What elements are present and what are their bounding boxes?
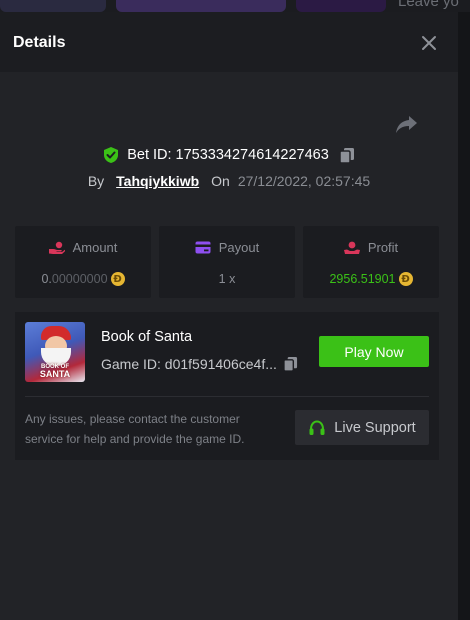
amount-label-row: Amount [15,240,151,255]
shield-check-icon [104,147,119,163]
background-thumbnail [296,0,386,12]
divider [25,396,429,397]
on-label: On [211,173,230,189]
background-thumbnail [0,0,106,12]
background-leave-text: Leave yo [398,0,459,10]
game-id-row: Game ID: d01f591406ce4f... [101,356,298,372]
share-icon[interactable] [395,113,419,135]
headset-icon [309,419,325,435]
amount-value-row: 0.00000000 Đ [15,272,151,286]
amount-label: Amount [72,240,118,255]
by-label: By [87,173,105,189]
dogecoin-icon: Đ [110,272,125,286]
payout-label: Payout [218,240,260,255]
modal-title: Details [13,34,66,51]
modal-header: Details [0,12,458,72]
bet-meta-row: By Tahqiykkiwb On 27/12/2022, 02:57:45 [0,170,458,192]
username-link[interactable]: Tahqiykkiwb [116,173,199,189]
background-thumbnail [116,0,286,12]
payout-value-row: 1 x [159,272,295,286]
amount-value-int: 0. [41,272,52,286]
amount-value-decimals: 00000000 [51,272,108,286]
profit-label-row: Profit [303,240,439,255]
close-icon[interactable] [418,32,440,54]
game-name[interactable]: Book of Santa [101,329,192,345]
game-thumbnail-logo: BOOK OF SANTA [25,364,85,379]
profit-value-row: 2956.51901 Đ [303,272,439,286]
hand-coin-icon [343,241,360,254]
game-id: Game ID: d01f591406ce4f... [101,356,277,372]
profit-label: Profit [367,240,399,255]
bet-id-row: Bet ID: 1753334274614227463 [0,144,458,166]
live-support-label: Live Support [334,419,416,436]
card-icon [195,241,211,254]
payout-value: 1 x [218,272,236,286]
support-note: Any issues, please contact the customer … [25,412,245,446]
payout-label-row: Payout [159,240,295,255]
copy-icon[interactable] [339,147,355,164]
game-card: BOOK OF SANTA Book of Santa Game ID: d01… [15,312,439,460]
profit-value: 2956.51901 [329,272,396,286]
profit-card: Profit 2956.51901 Đ [303,226,439,298]
bet-datetime: 27/12/2022, 02:57:45 [237,173,371,189]
bet-details-modal: Details Bet ID: 1753334274614227463 By T… [0,12,458,620]
game-thumbnail[interactable]: BOOK OF SANTA [25,322,85,382]
play-now-button[interactable]: Play Now [319,336,429,367]
amount-card: Amount 0.00000000 Đ [15,226,151,298]
bet-id-value: 1753334274614227463 [175,147,329,163]
hand-coin-icon [48,241,65,254]
payout-card: Payout 1 x [159,226,295,298]
live-support-button[interactable]: Live Support [295,410,429,445]
dogecoin-icon: Đ [398,272,413,286]
bet-id-label: Bet ID: [127,147,172,163]
thumbnail-logo-big: SANTA [39,369,71,379]
amount-value: 0.00000000 [41,272,107,286]
copy-icon[interactable] [283,356,298,372]
